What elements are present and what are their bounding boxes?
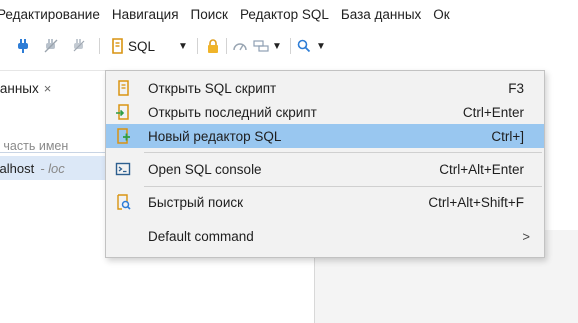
menu-item-shortcut: Ctrl+Alt+Enter (439, 161, 524, 177)
menu-item-label: Open SQL console (148, 161, 262, 177)
menu-window[interactable]: Ок (427, 0, 455, 30)
toolbar-separator (99, 38, 100, 54)
search-icon[interactable] (295, 30, 313, 62)
new-sql-editor-icon (115, 128, 131, 144)
menu-item-new-sql-editor[interactable]: Новый редактор SQL Ctrl+] (106, 124, 544, 148)
divider (0, 152, 105, 153)
connection-item[interactable]: calhost - loc (0, 156, 105, 180)
menu-separator (144, 186, 542, 187)
sql-dropdown-menu: Открыть SQL скрипт F3 Открыть последний … (105, 70, 545, 258)
main-menu-bar: Редактирование Навигация Поиск Редактор … (0, 0, 578, 30)
sql-console-icon (115, 161, 131, 177)
menu-item-label: Новый редактор SQL (148, 128, 282, 144)
dashboard-icon[interactable] (231, 30, 249, 62)
menu-item-shortcut: Ctrl+Enter (462, 104, 524, 120)
quick-search-icon (115, 194, 131, 210)
menu-search[interactable]: Поиск (185, 0, 234, 30)
plug-invalidate-icon[interactable] (70, 30, 88, 62)
transaction-dropdown-arrow[interactable]: ▼ (271, 30, 283, 62)
chevron-down-icon: ▼ (178, 40, 188, 52)
sql-editor-button[interactable]: SQL (111, 30, 171, 62)
menu-item-label: Открыть последний скрипт (148, 104, 317, 120)
menu-item-open-sql-script[interactable]: Открыть SQL скрипт F3 (106, 76, 544, 100)
connection-name: calhost (0, 160, 35, 176)
toolbar-separator (226, 38, 227, 54)
tab-label: данных (0, 81, 39, 96)
menu-item-label: Быстрый поиск (148, 194, 244, 210)
menu-sql-editor[interactable]: Редактор SQL (234, 0, 335, 30)
menu-item-open-recent-script[interactable]: Открыть последний скрипт Ctrl+Enter (106, 100, 544, 124)
menu-item-shortcut: Ctrl+Alt+Shift+F (428, 194, 524, 210)
connection-description: - loc (40, 160, 65, 176)
close-icon[interactable]: × (44, 81, 52, 96)
menu-item-default-command[interactable]: Default command > (106, 224, 544, 248)
recent-script-icon (115, 104, 131, 120)
search-dropdown-arrow[interactable]: ▼ (315, 30, 327, 62)
menu-item-label: Открыть SQL скрипт (148, 80, 277, 96)
chevron-down-icon: ▼ (272, 40, 282, 52)
menu-item-shortcut: F3 (508, 80, 524, 96)
chevron-right-icon: > (522, 228, 530, 244)
lock-icon[interactable] (205, 30, 221, 62)
main-toolbar: SQL ▼ ▼ ▼ (0, 30, 578, 62)
database-transaction-icon[interactable] (252, 30, 270, 62)
menu-item-shortcut: Ctrl+] (491, 128, 524, 144)
open-script-icon (115, 80, 131, 96)
menu-item-quick-search[interactable]: Быстрый поиск Ctrl+Alt+Shift+F (106, 190, 544, 214)
menu-item-open-sql-console[interactable]: Open SQL console Ctrl+Alt+Enter (106, 157, 544, 181)
menu-edit[interactable]: Редактирование (0, 0, 106, 30)
database-navigator-tab[interactable]: данных × (0, 70, 106, 106)
filter-input[interactable]: е часть имен (0, 139, 68, 153)
menu-navigation[interactable]: Навигация (106, 0, 185, 30)
menu-database[interactable]: База данных (335, 0, 427, 30)
sql-editor-label: SQL (128, 38, 156, 54)
toolbar-separator (290, 38, 291, 54)
toolbar-separator (197, 38, 198, 54)
plug-disconnect-icon[interactable] (42, 30, 60, 62)
sql-dropdown-arrow[interactable]: ▼ (176, 30, 190, 62)
chevron-down-icon: ▼ (316, 40, 326, 52)
menu-item-label: Default command (148, 228, 254, 244)
plug-connect-icon[interactable] (14, 30, 32, 62)
sql-editor-icon (111, 38, 124, 54)
menu-separator (144, 152, 542, 153)
